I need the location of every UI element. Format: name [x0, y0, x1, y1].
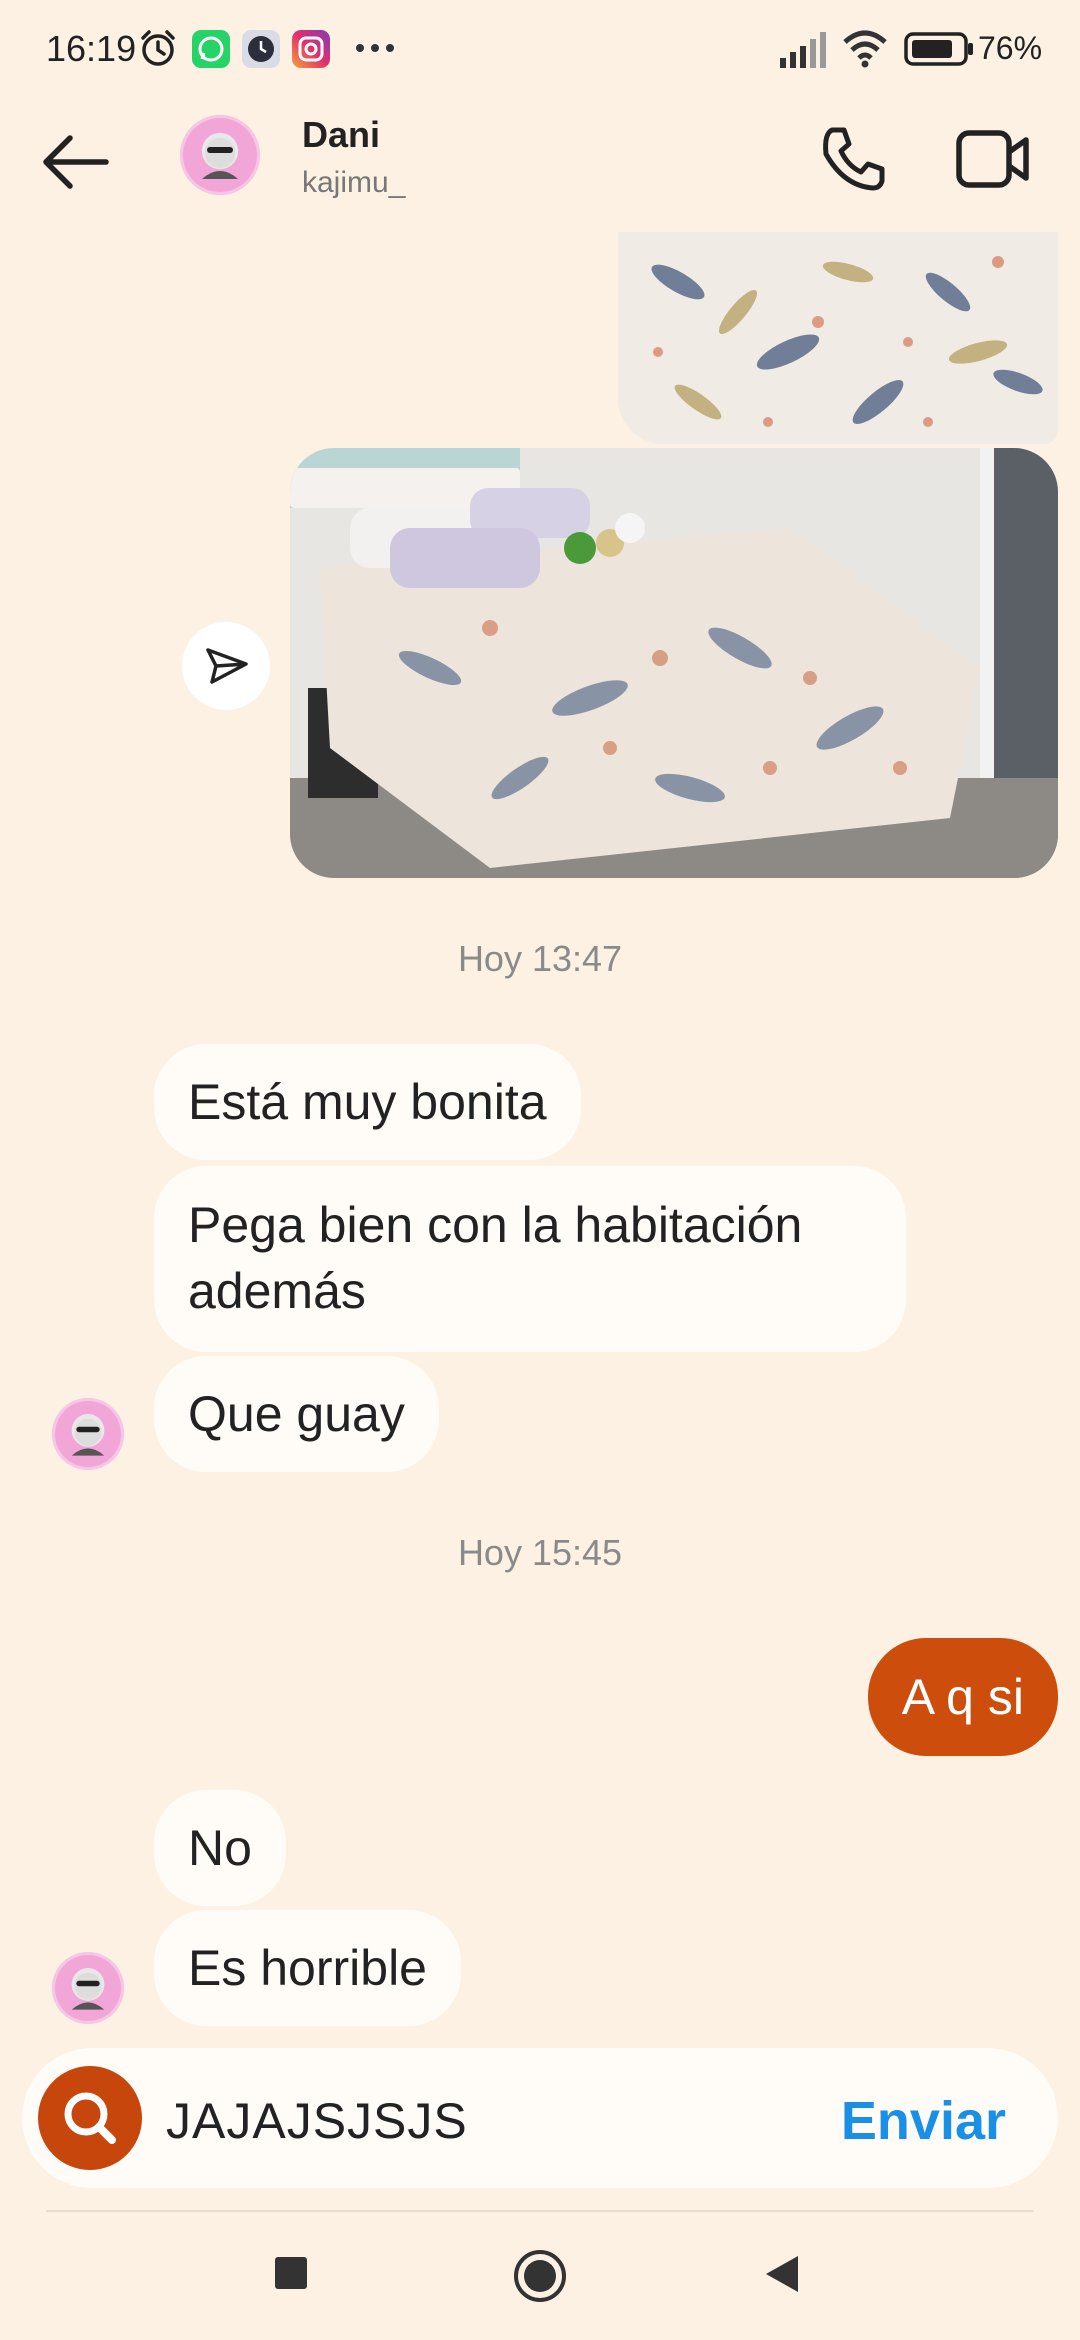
status-bar: 16:19 76%	[0, 0, 1080, 100]
signal-icon	[780, 32, 826, 68]
shared-photo-duvet-closeup[interactable]	[618, 232, 1058, 444]
message-bubble-incoming[interactable]: Es horrible	[154, 1910, 461, 2026]
wifi-icon	[843, 30, 887, 68]
share-button[interactable]	[182, 622, 270, 710]
floral-pattern-image	[618, 232, 1058, 444]
more-dots-icon	[356, 44, 394, 52]
system-nav-bar	[0, 2212, 1080, 2340]
contact-handle[interactable]: kajimu_	[302, 166, 405, 200]
whatsapp-icon	[192, 30, 230, 68]
back-arrow-icon[interactable]	[40, 132, 110, 192]
message-bubble-incoming[interactable]: No	[154, 1790, 286, 1906]
avatar-face-icon	[202, 138, 238, 179]
message-bubble-incoming[interactable]: Está muy bonita	[154, 1044, 581, 1160]
shared-photo-bedroom[interactable]	[290, 448, 1058, 878]
send-paper-plane-icon	[206, 648, 248, 684]
clock-app-icon	[242, 30, 280, 68]
search-icon	[64, 2092, 116, 2144]
alarm-icon	[141, 30, 175, 66]
sender-avatar[interactable]	[52, 1398, 124, 1470]
home-circle-icon[interactable]	[512, 2248, 568, 2304]
battery-icon	[904, 32, 973, 66]
status-time: 16:19	[46, 28, 137, 69]
message-bubble-incoming[interactable]: Pega bien con la habitación además	[154, 1166, 906, 1352]
message-bubble-outgoing[interactable]: A q si	[867, 1638, 1058, 1756]
send-button[interactable]: Enviar	[841, 2090, 1006, 2152]
timestamp: Hoy 13:47	[457, 938, 623, 979]
avatar-face-icon	[71, 1418, 105, 1456]
message-composer: JAJAJSJSJS Enviar	[22, 2048, 1058, 2188]
contact-avatar[interactable]	[180, 115, 260, 195]
contact-name[interactable]: Dani	[302, 114, 380, 156]
phone-call-icon[interactable]	[818, 124, 888, 194]
message-bubble-incoming[interactable]: Que guay	[154, 1356, 439, 1472]
video-call-icon[interactable]	[956, 128, 1030, 190]
timestamp: Hoy 15:45	[457, 1532, 623, 1573]
back-triangle-icon[interactable]	[764, 2254, 800, 2294]
instagram-icon	[292, 30, 330, 68]
message-input[interactable]: JAJAJSJSJS	[166, 2092, 468, 2150]
sender-avatar[interactable]	[52, 1952, 124, 2024]
recents-square-icon[interactable]	[274, 2256, 308, 2290]
search-button[interactable]	[38, 2066, 142, 2170]
avatar-face-icon	[71, 1972, 105, 2010]
bedroom-photo-image	[290, 448, 1058, 878]
chat-header: Dani kajimu_	[0, 100, 1080, 230]
battery-percent: 76%	[978, 30, 1043, 66]
